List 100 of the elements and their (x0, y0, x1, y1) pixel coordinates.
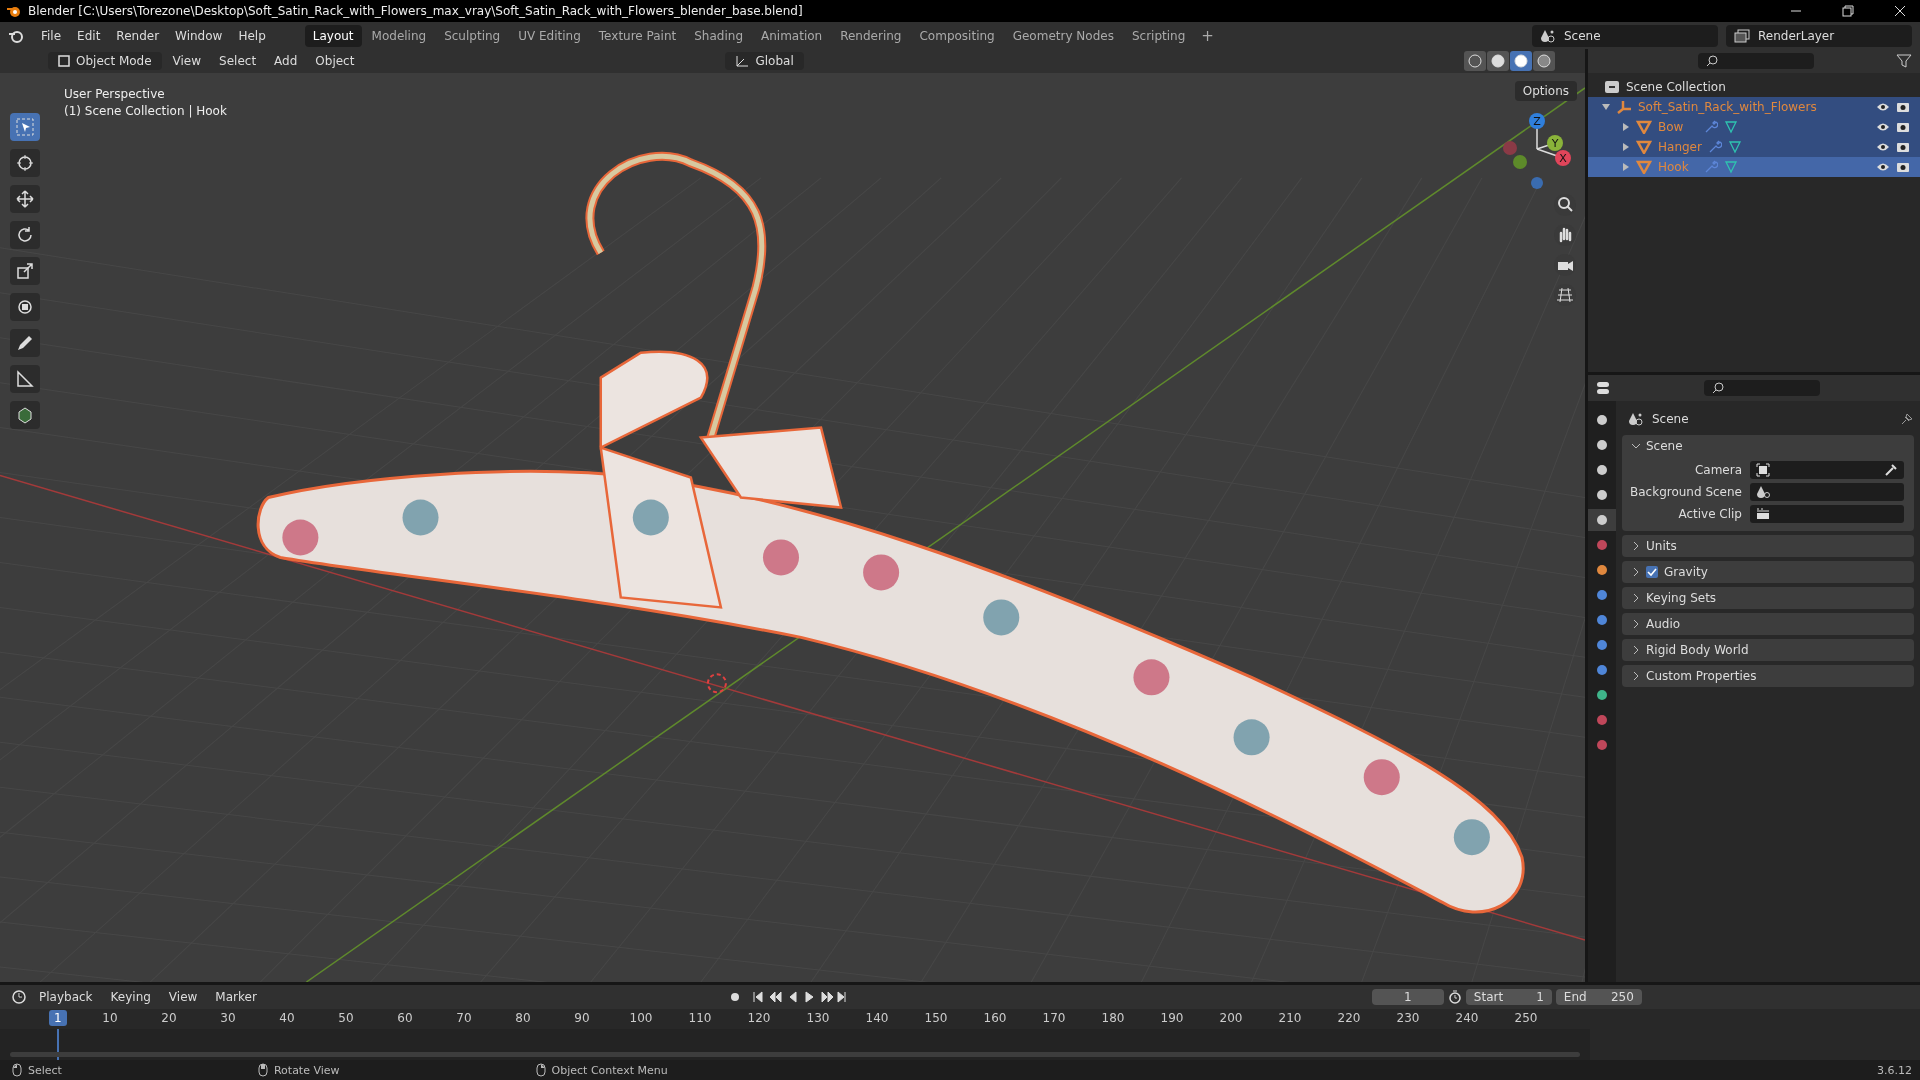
filter-icon[interactable] (1896, 54, 1912, 68)
panel-header[interactable]: Scene (1622, 435, 1914, 457)
tool-button[interactable] (10, 257, 40, 285)
mouse-icon (535, 1063, 546, 1077)
viewport-menu[interactable]: Add (267, 51, 305, 71)
workspace-tab[interactable]: Shading (686, 24, 751, 47)
workspace-tab[interactable]: Texture Paint (590, 24, 685, 47)
menu-item[interactable]: File (34, 25, 69, 46)
outliner-search-field[interactable] (1698, 53, 1814, 69)
panel-header[interactable]: Units (1622, 535, 1914, 557)
pin-icon[interactable] (1900, 412, 1914, 426)
eyedropper-icon[interactable] (1884, 463, 1898, 477)
clock-icon[interactable] (12, 990, 28, 1004)
eye-icon[interactable] (1876, 141, 1890, 153)
menu-item[interactable]: Window (168, 25, 230, 46)
chevron-icon[interactable] (1632, 442, 1640, 450)
field-label: Background Scene (1629, 485, 1742, 499)
workspace-tab[interactable]: Modeling (363, 24, 435, 47)
tool-button[interactable] (10, 365, 40, 393)
panel-header[interactable]: Audio (1622, 613, 1914, 635)
shading-mode-icon[interactable] (1533, 51, 1555, 71)
viewport-menu[interactable]: Object (308, 51, 362, 71)
3d-viewport[interactable]: User Perspective (1) Scene Collection | Hook Options Z Y X (0, 73, 1585, 982)
camera-icon[interactable] (1896, 121, 1910, 133)
eye-icon[interactable] (1876, 161, 1890, 173)
object-field[interactable] (1750, 505, 1904, 523)
frame-number: 160 (982, 1011, 1008, 1025)
restore-icon[interactable] (1842, 5, 1854, 17)
tool-button[interactable] (10, 329, 40, 357)
scene-selector[interactable]: Scene (1532, 24, 1718, 47)
chevron-icon[interactable] (1632, 542, 1640, 550)
current-frame-field[interactable]: 1 (1371, 989, 1444, 1005)
scrollbar[interactable] (10, 1052, 1580, 1057)
add-workspace-button[interactable]: + (1195, 26, 1220, 45)
eye-icon[interactable] (1876, 121, 1890, 133)
workspace-tab[interactable]: Rendering (832, 24, 910, 47)
chevron-icon[interactable] (1632, 672, 1640, 680)
workspace-tab[interactable]: Geometry Nodes (1004, 24, 1122, 47)
scale-icon (16, 262, 34, 280)
close-icon[interactable] (1894, 5, 1906, 17)
end-frame-field[interactable]: End 250 (1555, 989, 1642, 1005)
stopwatch-icon[interactable] (1447, 990, 1462, 1004)
workspace-tab[interactable]: Scripting (1123, 24, 1194, 47)
camera-icon[interactable] (1896, 161, 1910, 173)
workspace-tab[interactable]: Compositing (911, 24, 1003, 47)
panel-header[interactable]: Gravity (1622, 561, 1914, 583)
orientation-dropdown[interactable]: Global (725, 52, 804, 70)
timeline-menu[interactable]: Marker (208, 987, 264, 1007)
view-layer-selector[interactable]: RenderLayer (1726, 24, 1912, 47)
object-field[interactable] (1750, 483, 1904, 501)
panel-header[interactable]: Custom Properties (1622, 665, 1914, 687)
axis-gizmo-drawing[interactable]: Z Y X (1497, 109, 1577, 189)
menu-item[interactable]: Edit (70, 25, 108, 46)
camera-icon[interactable] (1896, 141, 1910, 153)
mode-dropdown[interactable]: Object Mode (48, 52, 162, 70)
viewport-menu[interactable]: View (165, 51, 209, 71)
timeline-menu[interactable]: View (161, 987, 205, 1007)
timeline-menu[interactable]: Keying (103, 987, 158, 1007)
chevron-icon[interactable] (1632, 594, 1640, 602)
options-button[interactable]: Options (1514, 81, 1577, 101)
properties-tab[interactable] (1588, 509, 1616, 531)
playback-controls-icon[interactable] (751, 990, 848, 1004)
eye-icon[interactable] (1876, 101, 1890, 113)
disclosure-triangle-icon[interactable] (1622, 123, 1630, 131)
blender-logo-icon[interactable] (8, 28, 24, 43)
start-frame-field[interactable]: Start 1 (1465, 989, 1552, 1005)
tool-button[interactable] (10, 293, 40, 321)
tool-button[interactable] (10, 185, 40, 213)
frame-number: 10 (101, 1011, 119, 1025)
workspace-tab[interactable]: Animation (753, 24, 831, 47)
disclosure-triangle-icon[interactable] (1602, 103, 1610, 111)
viewport-menu[interactable]: Select (212, 51, 264, 71)
chevron-icon[interactable] (1632, 620, 1640, 628)
frame-number: 150 (923, 1011, 949, 1025)
playhead-frame[interactable]: 1 (49, 1010, 67, 1026)
scene-icon (1540, 28, 1556, 43)
menu-item[interactable]: Render (109, 25, 167, 46)
disclosure-triangle-icon[interactable] (1622, 163, 1630, 171)
panel-header[interactable]: Keying Sets (1622, 587, 1914, 609)
tool-button[interactable] (10, 221, 40, 249)
chevron-icon[interactable] (1632, 646, 1640, 654)
tool-button[interactable] (10, 149, 40, 177)
properties-search-field[interactable] (1704, 380, 1820, 396)
timeline-menu[interactable]: Playback (32, 987, 100, 1007)
disclosure-triangle-icon[interactable] (1622, 143, 1630, 151)
shading-mode-icon[interactable] (1464, 51, 1486, 71)
workspace-tab[interactable]: Sculpting (436, 24, 509, 47)
mouse-icon (257, 1063, 268, 1077)
shading-mode-icon[interactable] (1487, 51, 1509, 71)
shading-mode-icon[interactable] (1510, 51, 1532, 71)
workspace-tab[interactable]: Layout (304, 24, 362, 47)
object-field[interactable] (1750, 461, 1904, 479)
chevron-icon[interactable] (1632, 568, 1640, 576)
panel-header[interactable]: Rigid Body World (1622, 639, 1914, 661)
camera-icon[interactable] (1896, 101, 1910, 113)
outliner-item[interactable]: Scene Collection (1626, 80, 1726, 94)
menu-item[interactable]: Help (231, 25, 273, 46)
checkbox[interactable] (1646, 566, 1658, 578)
workspace-tab[interactable]: UV Editing (510, 24, 589, 47)
tool-button[interactable] (10, 401, 40, 429)
